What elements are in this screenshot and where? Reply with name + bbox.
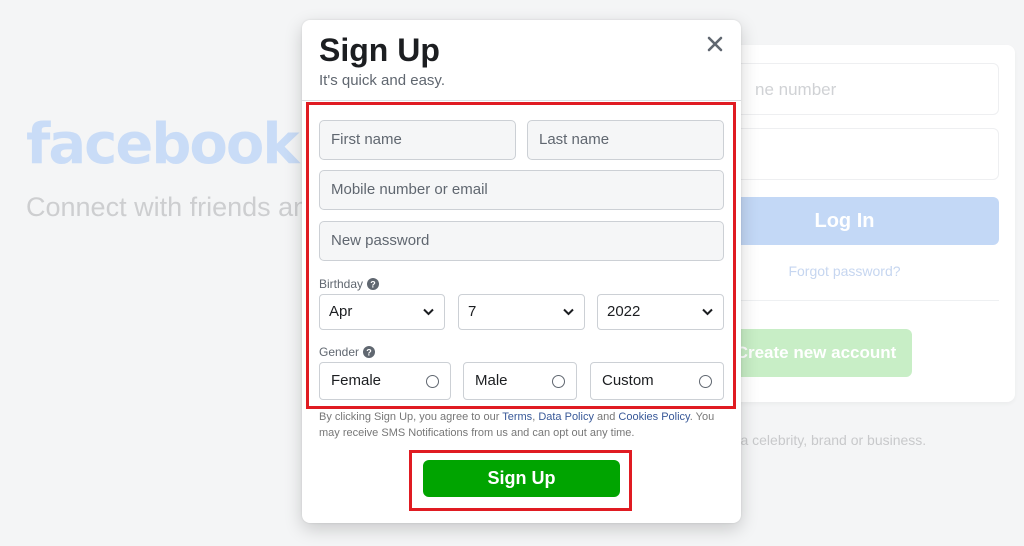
terms-text: By clicking Sign Up, you agree to our Te… <box>319 411 715 439</box>
form-highlight-box <box>306 102 736 409</box>
modal-title: Sign Up <box>319 32 440 68</box>
button-highlight-box <box>409 450 632 511</box>
background-intro: facebook Connect with friends and the wo… <box>26 112 326 224</box>
data-policy-link[interactable]: Data Policy <box>538 411 594 423</box>
modal-subtitle: It's quick and easy. <box>319 72 445 89</box>
cookies-policy-link[interactable]: Cookies Policy <box>618 411 689 423</box>
create-account-button: Create new account <box>720 329 912 377</box>
terms-link[interactable]: Terms <box>502 411 532 423</box>
modal-header: Sign Up It's quick and easy. <box>302 20 741 101</box>
tagline: Connect with friends and the world aroun… <box>26 192 316 222</box>
close-icon[interactable] <box>703 32 727 56</box>
facebook-logo: facebook <box>26 112 300 177</box>
